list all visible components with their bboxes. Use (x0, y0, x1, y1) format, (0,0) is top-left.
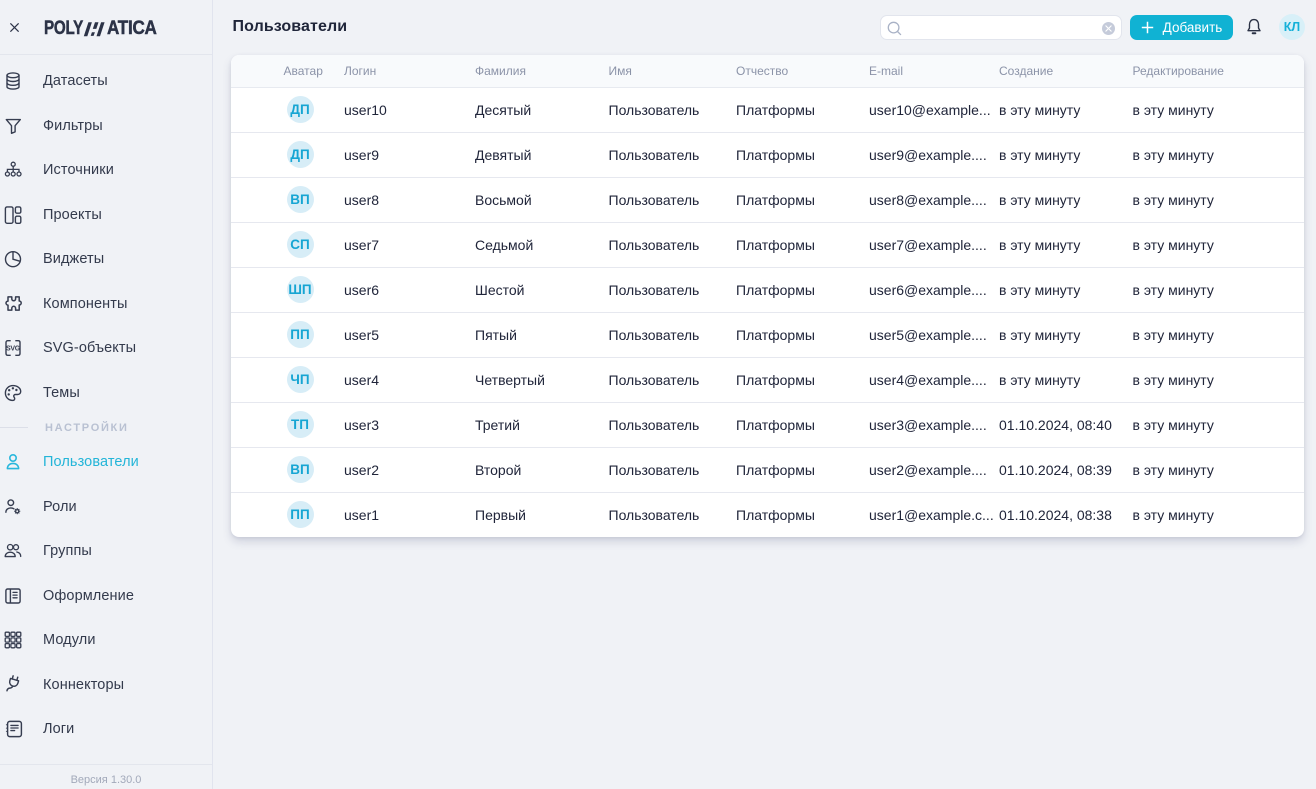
svg-text:SVG: SVG (6, 346, 21, 353)
